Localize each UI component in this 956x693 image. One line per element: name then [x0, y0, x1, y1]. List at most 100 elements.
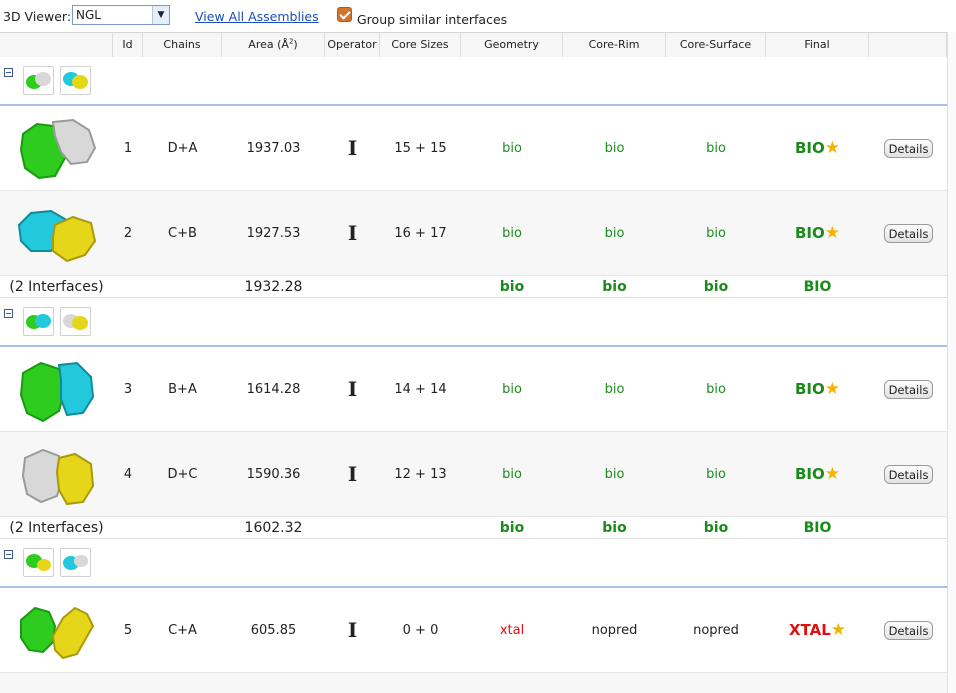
header-chains[interactable]: Chains: [143, 33, 222, 57]
cell-core-sizes: 0 + 0: [402, 623, 439, 638]
group-thumb[interactable]: [60, 66, 91, 95]
collapse-icon[interactable]: [4, 68, 13, 77]
cell-chains: D+C: [167, 467, 198, 482]
summary-area: 1602.32: [244, 520, 303, 536]
table-row[interactable]: 5 C+A 605.85 I 0 + 0 xtal nopred nopred …: [0, 588, 947, 673]
cell-final: BIO★: [766, 191, 869, 276]
cell-area: 1614.28: [246, 382, 301, 397]
viewer-select-value: NGL: [76, 8, 101, 22]
table-row[interactable]: 4 D+C 1590.36 I 12 + 13 bio bio bio BIO★…: [0, 432, 947, 517]
cell-id: 5: [123, 623, 133, 638]
cell-core-rim: bio: [604, 467, 625, 482]
group-summary-row: (2 Interfaces) 1932.28 bio bio bio BIO: [0, 276, 947, 298]
molecule-image: [19, 361, 95, 423]
table-row[interactable]: 1 D+A 1937.03 I 15 + 15 bio bio bio BIO★…: [0, 106, 947, 191]
star-icon: ★: [824, 379, 840, 399]
molecule-image: [20, 606, 95, 660]
final-call: BIO: [794, 380, 825, 398]
group-header-1: [0, 57, 947, 105]
cell-core-sizes: 12 + 13: [394, 467, 447, 482]
header-area-text: Area (Å: [248, 38, 289, 51]
cell-id: 4: [123, 467, 133, 482]
cell-core-surface: bio: [706, 382, 726, 397]
group-thumb[interactable]: [60, 548, 91, 577]
summary-final: BIO: [803, 520, 832, 536]
cell-core-sizes: 14 + 14: [394, 382, 447, 397]
summary-core-surface: bio: [703, 520, 729, 536]
table-row[interactable]: 2 C+B 1927.53 I 16 + 17 bio bio bio BIO★…: [0, 191, 947, 276]
cell-chains: D+A: [167, 141, 198, 156]
cell-chains: B+A: [168, 382, 197, 397]
header-geometry[interactable]: Geometry: [461, 33, 563, 57]
collapse-icon[interactable]: [4, 309, 13, 318]
group-header-3: [0, 539, 947, 587]
group-thumb[interactable]: [23, 66, 54, 95]
header-core-surface[interactable]: Core-Surface: [666, 33, 766, 57]
viewer-label: 3D Viewer:: [3, 9, 72, 24]
star-icon: ★: [824, 223, 840, 243]
molecule-image: [19, 118, 97, 180]
cell-core-rim: bio: [604, 226, 625, 241]
cell-operator: I: [347, 462, 358, 486]
cell-final: BIO★: [766, 432, 869, 517]
details-button[interactable]: Details: [884, 621, 933, 640]
header-final[interactable]: Final: [766, 33, 869, 57]
group-thumb[interactable]: [60, 307, 91, 336]
cell-final: XTAL★: [766, 588, 869, 673]
cell-core-sizes: 16 + 17: [394, 226, 447, 241]
cell-chains: C+A: [168, 623, 197, 638]
cell-operator: I: [347, 377, 358, 401]
table-header: Id Chains Area (Å2) Operator Core Sizes …: [0, 32, 947, 58]
summary-geometry: bio: [499, 279, 525, 295]
cell-core-surface: bio: [706, 141, 726, 156]
details-button[interactable]: Details: [884, 139, 933, 158]
cell-core-rim: nopred: [591, 623, 638, 638]
cell-geometry: bio: [502, 226, 522, 241]
collapse-icon[interactable]: [4, 550, 13, 559]
details-button[interactable]: Details: [884, 380, 933, 399]
toolbar: 3D Viewer: NGL ▼ View All Assemblies Gro…: [0, 0, 956, 32]
group-header-2: [0, 298, 947, 346]
final-call: BIO: [794, 139, 825, 157]
table-row-partial: [0, 673, 947, 693]
cell-core-rim: bio: [604, 141, 625, 156]
final-call: BIO: [794, 224, 825, 242]
molecule-image: [17, 209, 97, 263]
final-call: BIO: [794, 465, 825, 483]
summary-core-rim: bio: [602, 520, 627, 536]
cell-geometry: bio: [502, 382, 522, 397]
details-button[interactable]: Details: [884, 224, 933, 243]
cell-core-surface: bio: [706, 467, 726, 482]
group-summary-row: (2 Interfaces) 1602.32 bio bio bio BIO: [0, 517, 947, 539]
view-all-assemblies-link[interactable]: View All Assemblies: [195, 9, 319, 24]
star-icon: ★: [830, 620, 847, 640]
table-row[interactable]: 3 B+A 1614.28 I 14 + 14 bio bio bio BIO★…: [0, 347, 947, 432]
summary-label: (2 Interfaces): [9, 279, 104, 295]
header-core-sizes[interactable]: Core Sizes: [380, 33, 461, 57]
header-area[interactable]: Area (Å2): [222, 33, 325, 57]
group-similar-checkbox[interactable]: [337, 7, 352, 22]
header-id[interactable]: Id: [113, 33, 143, 57]
star-icon: ★: [824, 464, 840, 484]
cell-final: BIO★: [766, 347, 869, 432]
cell-core-surface: bio: [706, 226, 726, 241]
cell-geometry: bio: [502, 141, 522, 156]
dropdown-arrow-icon[interactable]: ▼: [152, 6, 169, 24]
group-thumb[interactable]: [23, 548, 54, 577]
summary-core-rim: bio: [602, 279, 627, 295]
cell-geometry: bio: [502, 467, 522, 482]
cell-area: 1590.36: [246, 467, 301, 482]
summary-final: BIO: [803, 279, 832, 295]
viewer-select[interactable]: NGL ▼: [72, 5, 170, 25]
cell-core-rim: bio: [604, 382, 625, 397]
cell-geometry: xtal: [499, 623, 525, 638]
scrollbar-track[interactable]: [947, 32, 956, 693]
group-thumb[interactable]: [23, 307, 54, 336]
cell-id: 2: [123, 226, 133, 241]
summary-geometry: bio: [499, 520, 525, 536]
header-operator[interactable]: Operator: [325, 33, 380, 57]
details-button[interactable]: Details: [884, 465, 933, 484]
molecule-image: [21, 448, 95, 506]
cell-id: 1: [123, 141, 133, 156]
header-core-rim[interactable]: Core-Rim: [563, 33, 666, 57]
